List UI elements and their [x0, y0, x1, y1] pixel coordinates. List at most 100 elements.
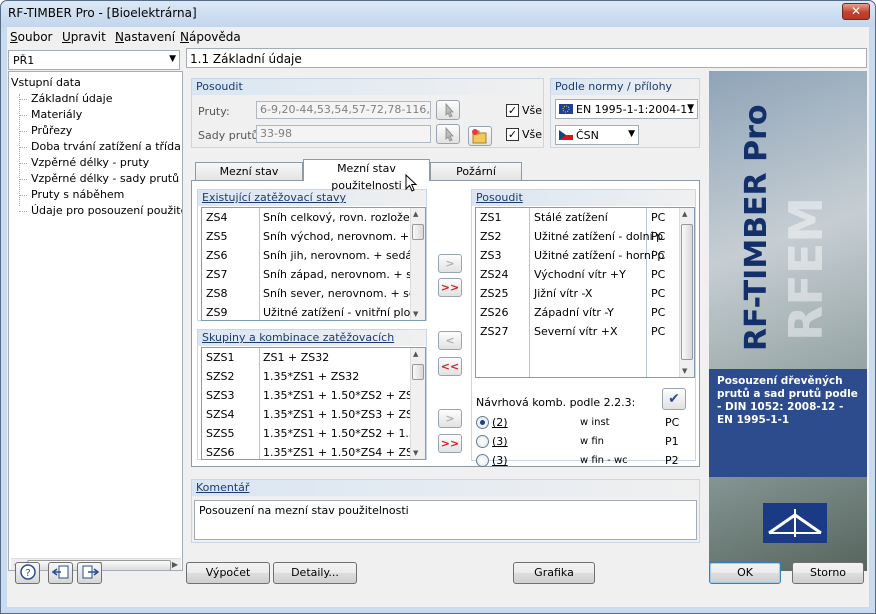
tree-item-vzperne-delky-pruty[interactable]: Vzpěrné délky - pruty [31, 156, 149, 169]
vertical-scrollbar[interactable]: ▲ ▼ [410, 348, 425, 459]
select-sets-button[interactable] [436, 124, 460, 144]
move-all-right-button[interactable]: >> [438, 278, 462, 297]
list-item[interactable]: SZS5 1.35*ZS1 + 1.50*ZS2 + 1.50 [202, 424, 423, 443]
import-button[interactable] [48, 562, 73, 584]
scroll-right-icon[interactable]: ▶ [172, 560, 178, 569]
move-combo-right-button[interactable]: > [438, 409, 462, 428]
menu-nastaveni[interactable]: Nastavení [115, 30, 175, 44]
scroll-down-icon[interactable]: ▼ [682, 367, 687, 375]
loadcase-name: Užitné zatížení - horní p [534, 249, 665, 262]
list-item[interactable]: ZS8 Sníh sever, nerovnom. + sed [202, 284, 423, 303]
export-button[interactable] [77, 562, 102, 584]
move-all-combos-right-button[interactable]: >> [438, 434, 462, 453]
list-item[interactable]: ZS9 Užitné zatížení - vnitřní plošin [202, 303, 425, 320]
list-item[interactable]: ZS25 Jižní vítr -X PC [476, 284, 681, 303]
check-button[interactable]: ✔ [662, 388, 686, 410]
move-left-button[interactable]: < [438, 331, 462, 350]
move-right-button[interactable]: > [438, 254, 462, 273]
list-item[interactable]: SZS6 1.35*ZS1 + 1.50*ZS4 + ZS3: [202, 443, 424, 459]
groups-combinations-list[interactable]: SZS1 ZS1 + ZS32 SZS2 1.35*ZS1 + ZS32 SZS3 1… [201, 347, 426, 460]
tree-item-doba-trvani[interactable]: Doba trvání zatížení a třída pro [31, 140, 182, 153]
design-option-radio[interactable] [476, 416, 489, 429]
design-option-radio[interactable] [476, 454, 489, 467]
design-option-radio[interactable] [476, 435, 489, 448]
tree-item-vzperne-delky-sady[interactable]: Vzpěrné délky - sady prutů [31, 172, 179, 185]
norm-combo[interactable]: EN 1995-1-1:2004-11 ▼ [555, 99, 698, 119]
scroll-up-icon[interactable]: ▲ [413, 210, 418, 218]
tree-item-pruty-s-nabehem[interactable]: Pruty s náběhem [31, 188, 124, 201]
move-all-left-button[interactable]: << [438, 357, 462, 376]
scroll-down-icon[interactable]: ▼ [413, 449, 418, 457]
case-combo[interactable]: PŘ1 ▼ [8, 50, 180, 70]
annex-combo[interactable]: ČSN ▼ [555, 125, 639, 145]
tree-connector [19, 211, 27, 212]
menu-bar: Soubor Upravit Nastavení Nápověda [7, 27, 869, 47]
scroll-thumb[interactable] [681, 224, 693, 360]
list-item[interactable]: ZS4 Sníh celkový, rovn. rozloženy [202, 208, 423, 227]
menu-soubor[interactable]: Soubor [10, 30, 52, 44]
details-button[interactable]: Detaily... [273, 562, 357, 584]
help-icon: ? [19, 564, 36, 580]
select-members-button[interactable] [436, 100, 460, 120]
scroll-up-icon[interactable]: ▲ [682, 210, 687, 218]
members-input[interactable]: 6-9,20-44,53,54,57-72,78-116,121,1 [256, 101, 431, 119]
sets-label: Sady prutů: [198, 129, 263, 142]
vertical-scrollbar[interactable]: ▲ ▼ [679, 208, 694, 377]
scroll-up-icon[interactable]: ▲ [413, 350, 418, 358]
case-combo-value: PŘ1 [13, 54, 35, 67]
list-item[interactable]: SZS4 1.35*ZS1 + 1.50*ZS3 + ZS3: [202, 405, 424, 424]
graphics-button[interactable]: Grafika [513, 562, 595, 584]
tab-panel: Existující zatěžovací stavy ZS4 Sníh celk… [191, 180, 700, 467]
tree-root[interactable]: Vstupní data [11, 76, 81, 89]
norm-group: Podle normy / přílohy EN 1995-1-1:2004-1… [550, 78, 700, 148]
scroll-thumb[interactable] [412, 224, 424, 240]
members-all-checkbox[interactable]: ✓ [506, 104, 519, 117]
scroll-thumb[interactable] [412, 364, 424, 380]
close-button[interactable]: ✕ [842, 3, 870, 20]
ok-button[interactable]: OK [709, 562, 781, 584]
calculate-button[interactable]: Výpočet [186, 562, 270, 584]
list-item[interactable]: ZS26 Západní vítr -Y PC [476, 303, 681, 322]
sets-input[interactable]: 33-98 [256, 125, 431, 143]
combo-formula: ZS1 + ZS32 [263, 351, 330, 364]
tab-mezni-stav-unosnosti[interactable]: Mezní stav únosnosti [195, 162, 303, 195]
selected-loadcases-list[interactable]: ZS1 Stálé zatížení PC ZS2 Užitné zatížení -… [475, 207, 695, 378]
vertical-scrollbar[interactable]: ▲ ▼ [410, 208, 425, 320]
tree-item-prurezy[interactable]: Průřezy [31, 124, 72, 137]
tree-item-udaje-pouzitelnost[interactable]: Údaje pro posouzení použitelnost [31, 204, 182, 217]
sets-all-checkbox[interactable]: ✓ [506, 128, 519, 141]
list-item[interactable]: ZS7 Sníh západ, nerovnom. + sed [202, 265, 425, 284]
scroll-down-icon[interactable]: ▼ [413, 310, 418, 318]
tree-connector [19, 131, 27, 132]
existing-loadcases-list[interactable]: ZS4 Sníh celkový, rovn. rozloženy ZS5 Sníh… [201, 207, 426, 321]
list-item[interactable]: ZS1 Stálé zatížení PC [476, 208, 681, 227]
loadcase-name: Sníh celkový, rovn. rozloženy [263, 211, 424, 224]
new-set-button[interactable] [468, 126, 492, 146]
help-button[interactable]: ? [15, 562, 40, 584]
banner-product-name: RF-TIMBER Pro [739, 104, 774, 352]
list-item[interactable]: ZS2 Užitné zatížení - dolní p PC [476, 227, 681, 246]
tree-item-materialy[interactable]: Materiály [31, 108, 82, 121]
list-item[interactable]: ZS24 Východní vítr +Y PC [476, 265, 681, 284]
list-item[interactable]: ZS27 Severní vítr +X PC [476, 322, 681, 341]
cancel-button[interactable]: Storno [792, 562, 864, 584]
loadcase-name: Jižní vítr -X [534, 287, 593, 300]
design-option-eq: (3) [492, 454, 508, 467]
tree-connector [19, 115, 27, 116]
menu-upravit[interactable]: Upravit [62, 30, 106, 44]
list-item[interactable]: SZS1 ZS1 + ZS32 [202, 348, 412, 367]
tab-pozarni-odolnost[interactable]: Požární odolnost [430, 162, 522, 195]
menu-napoveda[interactable]: Nápověda [180, 30, 241, 44]
client-area: Soubor Upravit Nastavení Nápověda PŘ1 ▼ … [7, 27, 869, 607]
title-bar[interactable]: RF-TIMBER Pro - [Bioelektrárna] ✕ [1, 1, 875, 27]
list-item[interactable]: SZS2 1.35*ZS1 + ZS32 [202, 367, 412, 386]
list-item[interactable]: ZS6 Sníh jih, nerovnom. + sedání [202, 246, 422, 265]
design-option-w: w fin - wc [580, 455, 628, 466]
list-item[interactable]: ZS5 Sníh východ, nerovnom. + se [202, 227, 425, 246]
comment-textarea[interactable]: Posouzení na mezní stav použitelnosti [194, 500, 697, 540]
list-item[interactable]: SZS3 1.35*ZS1 + 1.50*ZS2 + ZS3: [202, 386, 424, 405]
list-item[interactable]: ZS3 Užitné zatížení - horní p PC [476, 246, 681, 265]
tree-connector [19, 99, 27, 100]
design-option-eq: (3) [492, 435, 508, 448]
tree-item-zakladni-udaje[interactable]: Základní údaje [31, 92, 112, 105]
